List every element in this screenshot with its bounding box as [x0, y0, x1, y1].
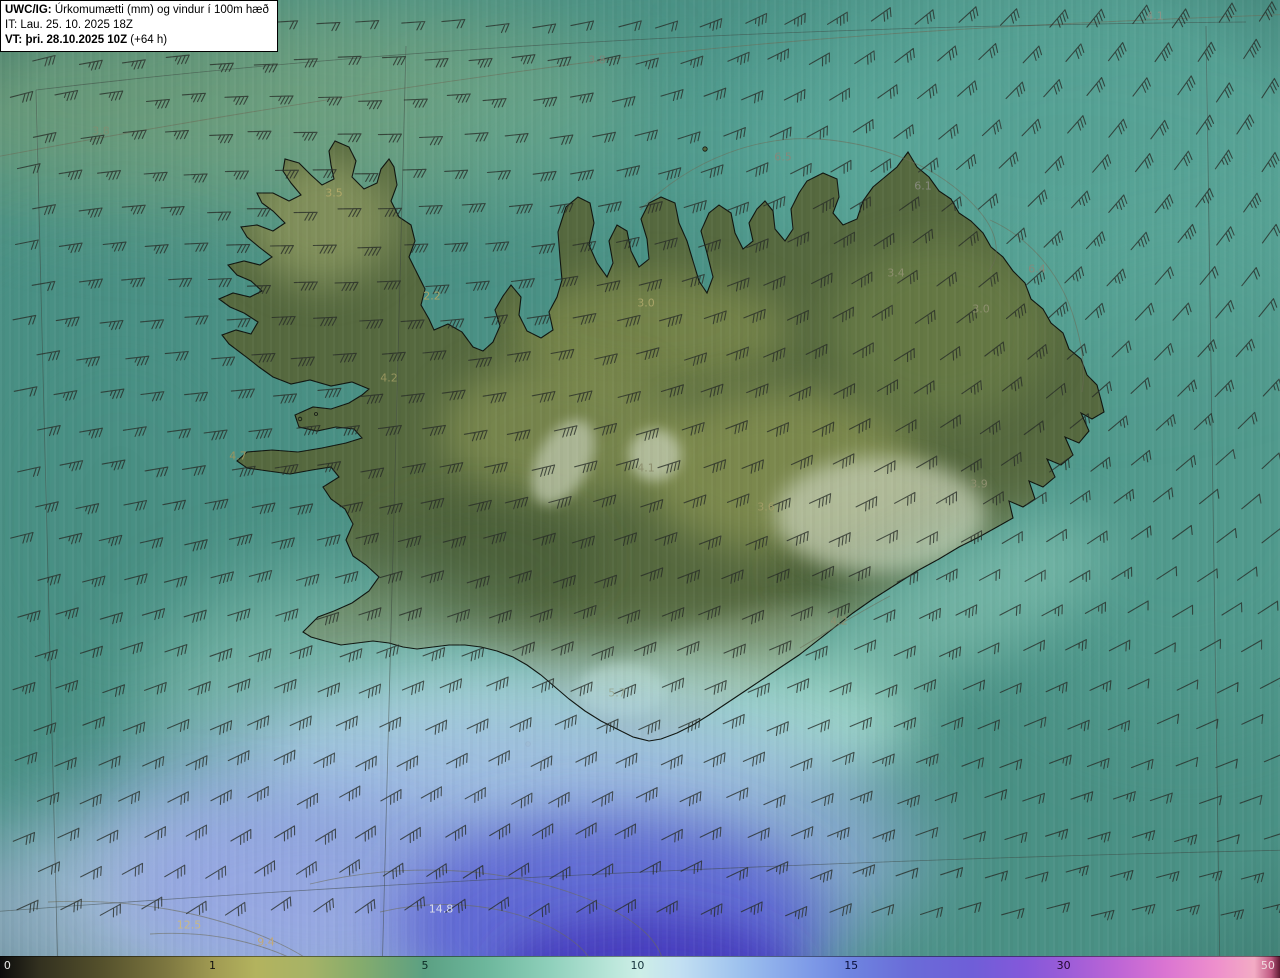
- colorbar-ticks: 0 1 5 10 15 30 50: [0, 956, 1280, 978]
- product-desc: Úrkomumætti (mm) og vindur í 100m hæð: [51, 4, 269, 16]
- init-time: IT: Lau. 25. 10. 2025 18Z: [5, 18, 133, 31]
- valid-time: VT: þri. 28.10.2025 10Z (+64 h): [5, 33, 269, 48]
- colorbar-tick: 0: [3, 959, 11, 972]
- colorbar: 0 1 5 10 15 30 50: [0, 956, 1280, 978]
- weather-map: 4.1 3.8 3.8 6.5 6.1 3.5 6.4 3.4 3.0 3.0 2.2 4.2 4.7 4…: [0, 0, 1280, 978]
- colorbar-tick: 30: [1056, 959, 1071, 972]
- colorbar-tick: 50: [1260, 959, 1275, 972]
- valid-time-offset: (+64 h): [127, 33, 168, 46]
- map-canvas: [0, 0, 1280, 978]
- valid-time-main: VT: þri. 28.10.2025 10Z: [5, 33, 128, 46]
- map-title-box: UWC/IG: Úrkomumætti (mm) og vindur í 100…: [0, 0, 278, 52]
- colorbar-tick: 1: [208, 959, 216, 972]
- product-title: UWC/IG: Úrkomumætti (mm) og vindur í 100…: [5, 3, 269, 18]
- product-code: UWC/IG:: [5, 4, 52, 16]
- colorbar-tick: 5: [421, 959, 429, 972]
- colorbar-tick: 10: [630, 959, 645, 972]
- vignette: [0, 0, 1280, 978]
- colorbar-tick: 15: [844, 959, 859, 972]
